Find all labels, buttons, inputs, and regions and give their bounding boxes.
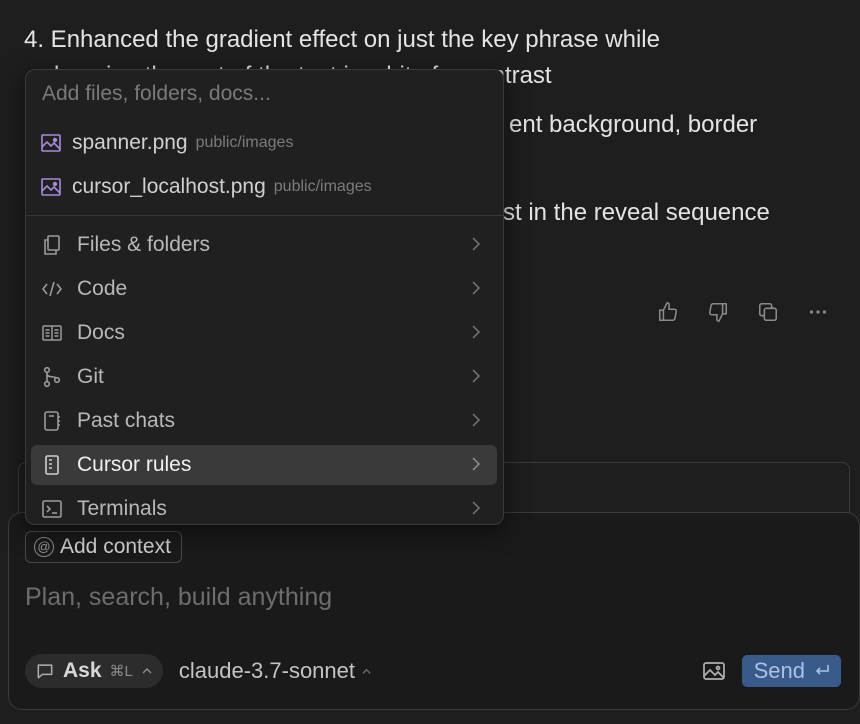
chevron-right-icon bbox=[471, 367, 481, 385]
chevron-up-icon bbox=[141, 665, 153, 677]
menu-item-label: Terminals bbox=[77, 497, 167, 520]
chevron-right-icon bbox=[471, 279, 481, 297]
menu-item-label: Code bbox=[77, 277, 128, 300]
chevron-right-icon bbox=[471, 411, 481, 429]
menu-item-cursor-rules[interactable]: Cursor rules bbox=[31, 445, 497, 485]
thumbs-down-icon[interactable] bbox=[704, 298, 732, 326]
chevron-up-icon bbox=[361, 666, 372, 677]
code-icon bbox=[41, 278, 63, 300]
menu-item-label: Files & folders bbox=[77, 233, 211, 256]
menu-item-files-folders[interactable]: Files & folders bbox=[31, 225, 497, 265]
context-search-input[interactable] bbox=[42, 82, 482, 106]
add-context-popup: spanner.png public/images cursor_localho… bbox=[25, 69, 504, 525]
at-sign-icon: @ bbox=[34, 537, 54, 557]
file-path: public/images bbox=[273, 178, 372, 195]
attach-image-icon[interactable] bbox=[700, 657, 728, 685]
menu-item-docs[interactable]: Docs bbox=[31, 313, 497, 353]
chevron-right-icon bbox=[471, 455, 481, 473]
enter-key-icon bbox=[813, 663, 831, 679]
chat-line: ent background, border bbox=[509, 111, 758, 138]
menu-item-label: Past chats bbox=[77, 409, 176, 432]
chevron-right-icon bbox=[471, 235, 481, 253]
model-selector[interactable]: claude-3.7-sonnet bbox=[179, 658, 372, 684]
terminal-icon bbox=[41, 498, 63, 520]
menu-item-label: Cursor rules bbox=[77, 453, 192, 476]
thumbs-up-icon[interactable] bbox=[654, 298, 682, 326]
file-suggestion[interactable]: spanner.png public/images bbox=[40, 125, 293, 161]
model-name: claude-3.7-sonnet bbox=[178, 658, 355, 683]
menu-item-label: Docs bbox=[77, 321, 125, 344]
file-suggestion[interactable]: cursor_localhost.png public/images bbox=[40, 169, 372, 205]
divider bbox=[26, 215, 503, 216]
add-context-label: Add context bbox=[60, 535, 171, 558]
past-chats-icon bbox=[41, 410, 63, 432]
rules-icon bbox=[41, 454, 63, 476]
add-context-button[interactable]: @ Add context bbox=[25, 531, 182, 563]
menu-item-label: Git bbox=[77, 365, 104, 388]
menu-item-past-chats[interactable]: Past chats bbox=[31, 401, 497, 441]
message-actions bbox=[654, 298, 832, 326]
git-branch-icon bbox=[41, 366, 63, 388]
file-path: public/images bbox=[195, 134, 294, 151]
send-label: Send bbox=[753, 658, 805, 683]
menu-item-code[interactable]: Code bbox=[31, 269, 497, 309]
more-options-icon[interactable] bbox=[804, 298, 832, 326]
image-file-icon bbox=[40, 133, 62, 153]
menu-item-git[interactable]: Git bbox=[31, 357, 497, 397]
file-name: spanner.png bbox=[72, 131, 188, 154]
mode-selector[interactable]: Ask ⌘L bbox=[25, 654, 163, 688]
composer-toolbar: Ask ⌘L claude-3.7-sonnet Send bbox=[25, 653, 841, 689]
mode-shortcut: ⌘L bbox=[109, 663, 133, 680]
docs-book-icon bbox=[41, 322, 63, 344]
chat-line: st in the reveal sequence bbox=[503, 199, 770, 226]
file-name: cursor_localhost.png bbox=[72, 175, 266, 198]
send-button[interactable]: Send bbox=[741, 655, 841, 687]
chat-bubble-icon bbox=[35, 661, 55, 681]
chevron-right-icon bbox=[471, 499, 481, 517]
chevron-right-icon bbox=[471, 323, 481, 341]
chat-composer: @ Add context Plan, search, build anythi… bbox=[8, 512, 860, 710]
prompt-input[interactable]: Plan, search, build anything bbox=[25, 583, 332, 612]
copy-icon[interactable] bbox=[754, 298, 782, 326]
mode-label: Ask bbox=[63, 659, 102, 682]
files-icon bbox=[41, 234, 63, 256]
image-file-icon bbox=[40, 177, 62, 197]
menu-item-terminals[interactable]: Terminals bbox=[31, 489, 497, 524]
